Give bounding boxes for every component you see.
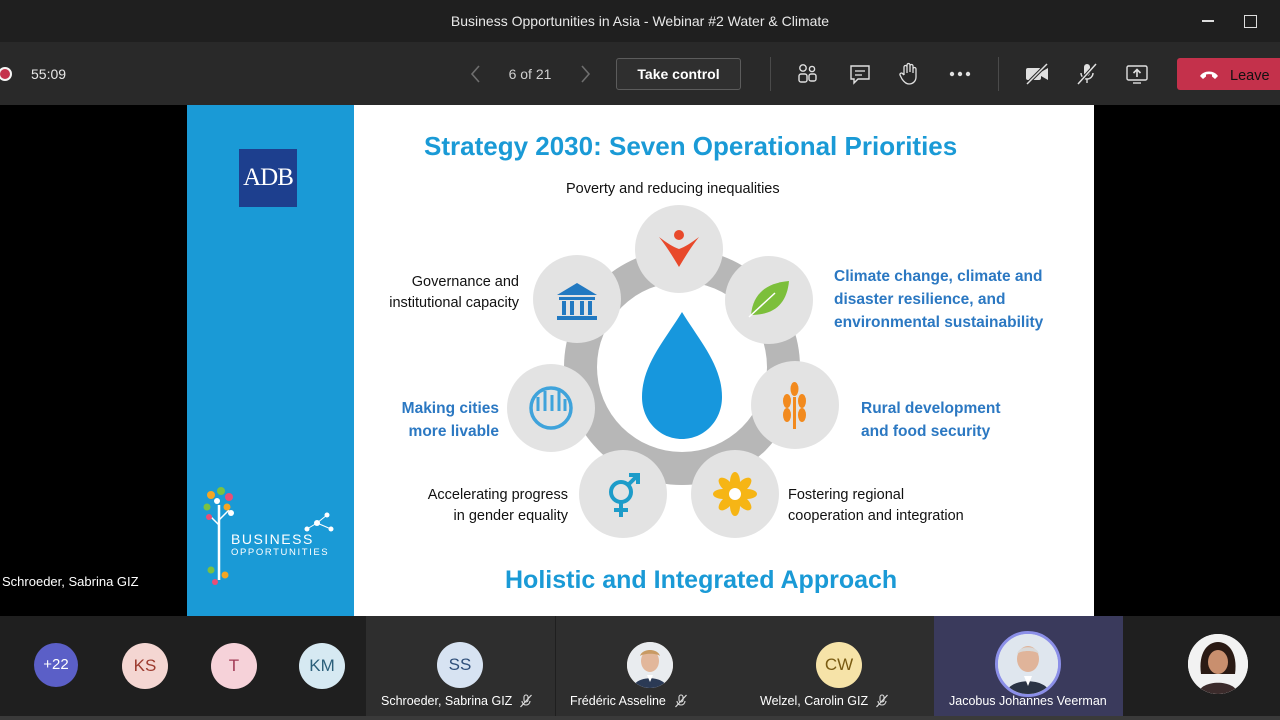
leave-label: Leave bbox=[1230, 68, 1270, 84]
microphone-off-icon bbox=[876, 694, 888, 708]
priority-climate-line: Climate change, climate and bbox=[834, 268, 1043, 285]
meeting-timer: 55:09 bbox=[31, 66, 67, 82]
participant-tile[interactable]: CW Welzel, Carolin GIZ bbox=[745, 616, 934, 716]
participant-tile[interactable]: SS Schroeder, Sabrina GIZ bbox=[366, 616, 555, 716]
more-options-icon[interactable] bbox=[946, 60, 974, 88]
participant-tile[interactable]: Frédéric Asseline bbox=[556, 616, 745, 716]
toolbar-divider bbox=[770, 57, 771, 91]
presenter-name-tag: Schroeder, Sabrina GIZ bbox=[2, 574, 139, 589]
priority-cities-line: more livable bbox=[408, 423, 499, 440]
brand-line-1: BUSINESS bbox=[231, 531, 314, 547]
gender-node bbox=[579, 450, 667, 538]
slide-page-counter: 6 of 21 bbox=[508, 66, 552, 82]
priority-gender-line: Accelerating progress bbox=[427, 487, 568, 503]
profile-photo-icon bbox=[998, 634, 1058, 694]
next-slide-icon[interactable] bbox=[575, 62, 595, 86]
slide-footer: Holistic and Integrated Approach bbox=[505, 566, 898, 594]
priority-governance: Governance and institutional capacity bbox=[371, 272, 519, 314]
bottom-edge-bar bbox=[0, 716, 1280, 720]
toolbar-divider bbox=[998, 57, 999, 91]
priority-climate-line: disaster resilience, and bbox=[834, 291, 1006, 308]
camera-off-icon[interactable] bbox=[1023, 60, 1051, 88]
shared-slide: ADB BUSINESS OPPORTUNITIES Strategy 2030… bbox=[187, 105, 1094, 616]
priority-regional-line: Fostering regional bbox=[788, 487, 905, 503]
raise-hand-icon[interactable] bbox=[895, 60, 923, 88]
shared-content-stage: ADB BUSINESS OPPORTUNITIES Strategy 2030… bbox=[0, 105, 1280, 616]
priority-climate: Climate change, climate and disaster res… bbox=[834, 265, 1043, 334]
window-title: Business Opportunities in Asia - Webinar… bbox=[450, 13, 830, 29]
overflow-participants-badge[interactable]: +22 bbox=[34, 643, 78, 687]
priority-gender: Accelerating progress in gender equality bbox=[399, 485, 568, 527]
share-screen-icon[interactable] bbox=[1123, 60, 1151, 88]
priority-cities-line: Making cities bbox=[401, 400, 499, 417]
participants-icon[interactable] bbox=[794, 60, 822, 88]
avatar bbox=[627, 642, 673, 688]
priority-regional-line: cooperation and integration bbox=[788, 508, 964, 524]
slide-sidebar: ADB BUSINESS OPPORTUNITIES bbox=[187, 105, 354, 616]
participant-tile-speaking[interactable]: Jacobus Johannes Veerman bbox=[934, 616, 1123, 716]
maximize-icon[interactable] bbox=[1235, 8, 1265, 34]
participant-name: Jacobus Johannes Veerman bbox=[949, 694, 1107, 708]
participant-strip: +22 KS T KM SS Schroeder, Sabrina GIZ Fr… bbox=[0, 616, 1280, 720]
minimize-icon[interactable] bbox=[1193, 8, 1223, 34]
priority-rural: Rural development and food security bbox=[861, 397, 1001, 443]
avatar bbox=[995, 631, 1061, 697]
meeting-toolbar: 55:09 6 of 21 Take control Leave bbox=[0, 42, 1280, 105]
avatar: SS bbox=[437, 642, 483, 688]
previous-slide-icon[interactable] bbox=[466, 62, 486, 86]
adb-logo: ADB bbox=[239, 149, 297, 207]
participant-avatar-group: +22 KS T KM bbox=[0, 616, 366, 716]
slide-title: Strategy 2030: Seven Operational Priorit… bbox=[424, 131, 958, 161]
avatar bbox=[1188, 634, 1248, 694]
self-view-tile[interactable] bbox=[1123, 616, 1280, 716]
priority-governance-line: institutional capacity bbox=[389, 295, 519, 311]
participant-name: Schroeder, Sabrina GIZ bbox=[381, 694, 513, 708]
priority-cities: Making cities more livable bbox=[387, 397, 499, 443]
participant-name: Frédéric Asseline bbox=[570, 694, 666, 708]
leave-button[interactable]: Leave bbox=[1177, 58, 1280, 90]
avatar[interactable]: KM bbox=[299, 643, 345, 689]
recording-icon bbox=[0, 67, 12, 81]
priority-climate-line: environmental sustainability bbox=[834, 314, 1044, 331]
priority-rural-line: and food security bbox=[861, 423, 991, 440]
avatar: CW bbox=[816, 642, 862, 688]
brand-line-2: OPPORTUNITIES bbox=[231, 547, 330, 558]
priority-regional: Fostering regional cooperation and integ… bbox=[788, 485, 964, 527]
priority-poverty: Poverty and reducing inequalities bbox=[566, 181, 780, 197]
take-control-button[interactable]: Take control bbox=[616, 58, 741, 90]
chat-icon[interactable] bbox=[846, 60, 874, 88]
avatar[interactable]: T bbox=[211, 643, 257, 689]
microphone-off-icon bbox=[520, 694, 532, 708]
microphone-off-icon bbox=[675, 694, 687, 708]
avatar[interactable]: KS bbox=[122, 643, 168, 689]
hang-up-icon bbox=[1200, 71, 1218, 79]
window-titlebar: Business Opportunities in Asia - Webinar… bbox=[0, 0, 1280, 42]
priority-governance-line: Governance and bbox=[411, 274, 519, 290]
flower-icon bbox=[713, 472, 757, 516]
microphone-off-icon[interactable] bbox=[1073, 60, 1101, 88]
profile-photo-icon bbox=[1188, 634, 1248, 694]
priority-rural-line: Rural development bbox=[861, 400, 1001, 417]
participant-name: Welzel, Carolin GIZ bbox=[760, 694, 869, 708]
profile-photo-icon bbox=[627, 642, 673, 688]
priority-gender-line: in gender equality bbox=[453, 508, 568, 524]
